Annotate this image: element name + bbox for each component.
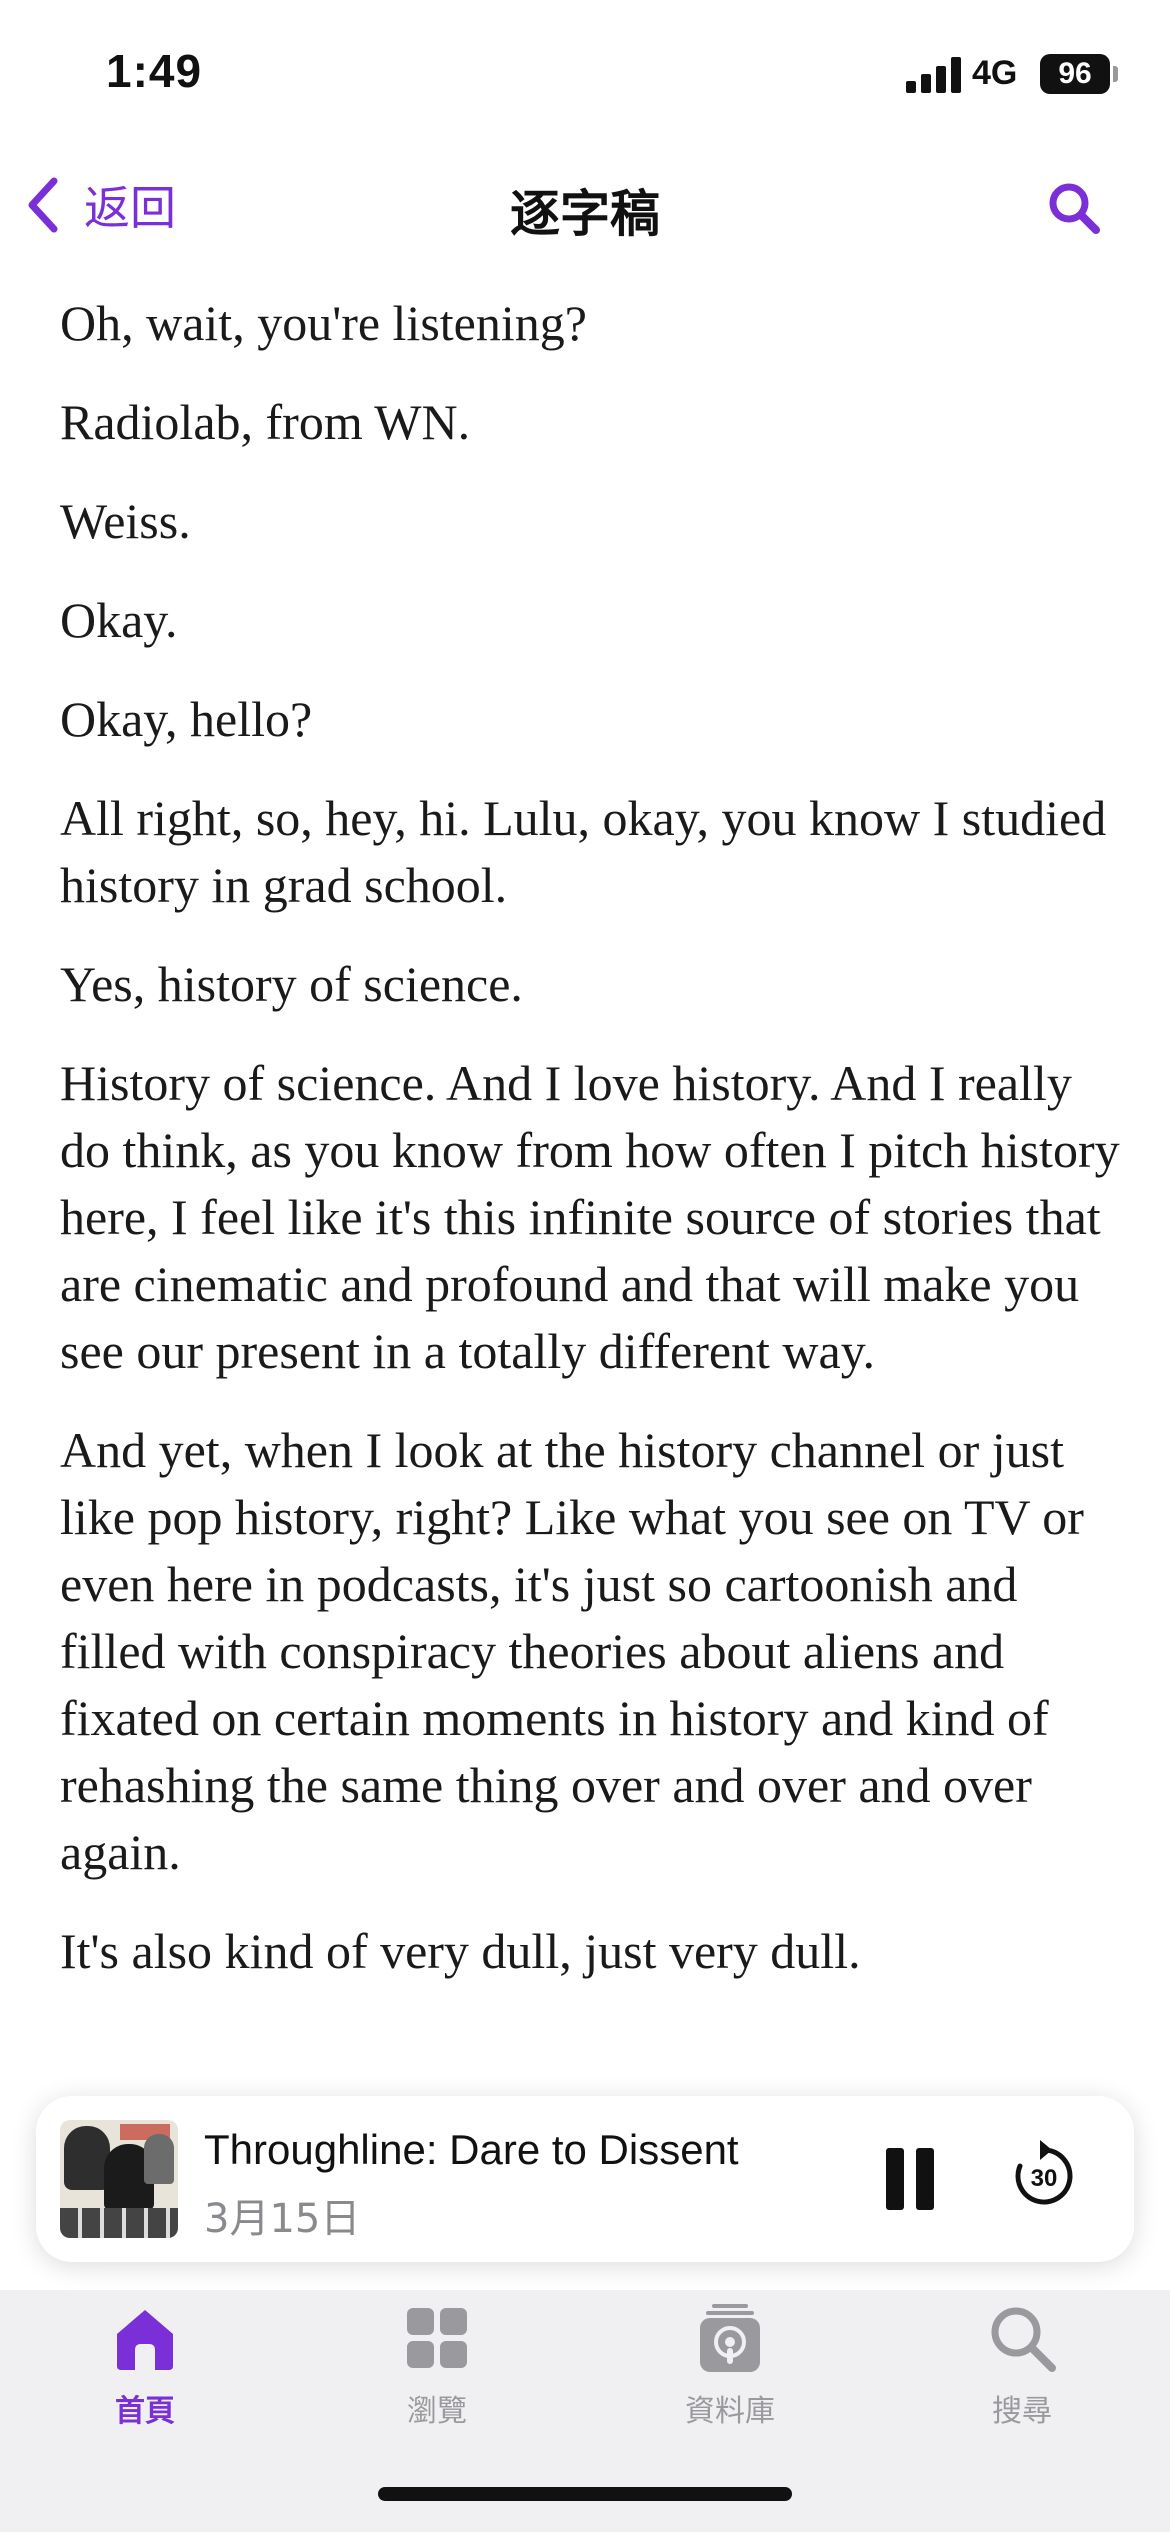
skip-label: 30: [1031, 2165, 1058, 2192]
tab-label: 資料庫: [685, 2394, 775, 2429]
transcript-paragraph: It's also kind of very dull, just very d…: [60, 1923, 861, 1979]
page-title: 逐字稿: [510, 185, 660, 243]
transcript-paragraph: History of science. And I love history. …: [60, 1055, 1120, 1379]
episode-date: 3月15日: [204, 2196, 361, 2242]
transcript-paragraph: All right, so, hey, hi. Lulu, okay, you …: [60, 790, 1107, 913]
episode-title: Throughline: Dare to Dissent: [204, 2126, 739, 2173]
tab-label: 首頁: [115, 2394, 175, 2429]
episode-artwork: [60, 2120, 178, 2238]
skip-forward-30-icon[interactable]: 30: [1010, 2136, 1078, 2208]
battery-icon: 96: [1040, 54, 1110, 94]
network-type: 4G: [972, 54, 1018, 92]
transcript-paragraph: Oh, wait, you're listening?: [60, 295, 587, 351]
tab-library[interactable]: 資料庫: [630, 2290, 830, 2440]
transcript-paragraph: Weiss.: [60, 493, 191, 549]
mini-player[interactable]: Throughline: Dare to Dissent 3月15日 30: [36, 2096, 1134, 2262]
pause-button[interactable]: [886, 2148, 946, 2210]
home-icon: [117, 2310, 173, 2370]
status-time: 1:49: [106, 45, 203, 97]
search-icon[interactable]: [1046, 180, 1102, 236]
transcript: Oh, wait, you're listening? Radiolab, fr…: [60, 290, 1120, 2017]
tab-label: 搜尋: [992, 2394, 1052, 2429]
battery-nub: [1113, 66, 1118, 82]
transcript-paragraph: Okay, hello?: [60, 691, 313, 747]
transcript-paragraph: Yes, history of science.: [60, 956, 523, 1012]
transcript-paragraph: And yet, when I look at the history chan…: [60, 1422, 1084, 1880]
cellular-signal-icon: [906, 57, 962, 93]
tab-home[interactable]: 首頁: [45, 2290, 245, 2440]
search-icon: [991, 2307, 1056, 2372]
transcript-paragraph: Okay.: [60, 592, 178, 648]
tab-search[interactable]: 搜尋: [922, 2290, 1122, 2440]
navigation-bar: 返回 逐字稿: [0, 160, 1170, 250]
library-podcast-icon: [700, 2304, 760, 2372]
tab-browse[interactable]: 瀏覽: [337, 2290, 537, 2440]
status-bar: 1:49 4G 96: [0, 0, 1170, 150]
tab-label: 瀏覽: [407, 2394, 467, 2429]
transcript-paragraph: Radiolab, from WN.: [60, 394, 471, 450]
home-indicator: [378, 2487, 792, 2501]
browse-grid-icon: [407, 2308, 467, 2368]
